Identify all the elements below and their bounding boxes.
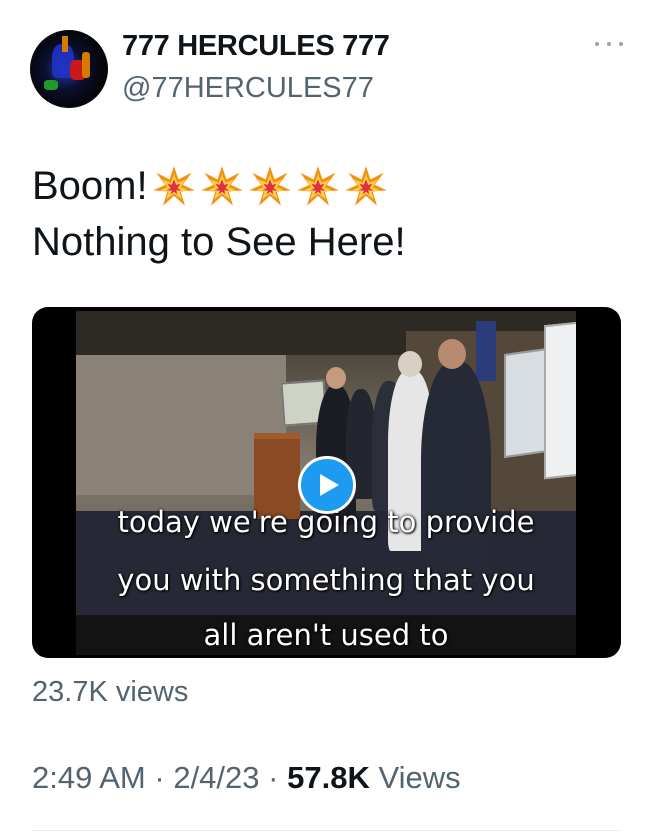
collision-emoji-icon: [296, 166, 339, 206]
play-icon: [320, 474, 339, 496]
video-caption-line: all aren't used to: [76, 615, 576, 655]
video-player[interactable]: today we're going to provide you with so…: [32, 307, 621, 658]
tweet-text-line-1: Boom!: [32, 164, 148, 208]
meta-separator: ·: [268, 760, 279, 795]
author-display-name[interactable]: 777 HERCULES 777: [122, 30, 390, 63]
video-views-count: 23.7K views: [32, 676, 189, 708]
more-horizontal-icon: [595, 42, 599, 46]
avatar[interactable]: [30, 30, 108, 108]
more-options-button[interactable]: [595, 34, 623, 54]
tweet-text: Boom! Nothing to See Here!: [32, 158, 406, 270]
tweet-date[interactable]: 2/4/23: [173, 760, 259, 795]
play-button[interactable]: [298, 456, 356, 514]
tweet-time[interactable]: 2:49 AM: [32, 760, 146, 795]
tweet-views-count[interactable]: 57.8K: [287, 760, 370, 795]
collision-emoji-icon: [248, 166, 291, 206]
meta-separator: ·: [154, 760, 165, 795]
tweet: 777 HERCULES 777 @77HERCULES77 Boom! Not…: [0, 0, 653, 839]
divider: [32, 830, 621, 831]
tweet-text-line-2: Nothing to See Here!: [32, 220, 406, 264]
author-handle[interactable]: @77HERCULES77: [122, 72, 374, 105]
tweet-meta: 2:49 AM · 2/4/23 · 57.8K Views: [32, 760, 461, 796]
tweet-views-label: Views: [378, 760, 461, 795]
collision-emoji-icon: [152, 166, 195, 206]
collision-emoji-icon: [344, 166, 387, 206]
collision-emoji-group: [152, 164, 388, 208]
collision-emoji-icon: [200, 166, 243, 206]
video-caption-line: you with something that you: [117, 563, 535, 597]
